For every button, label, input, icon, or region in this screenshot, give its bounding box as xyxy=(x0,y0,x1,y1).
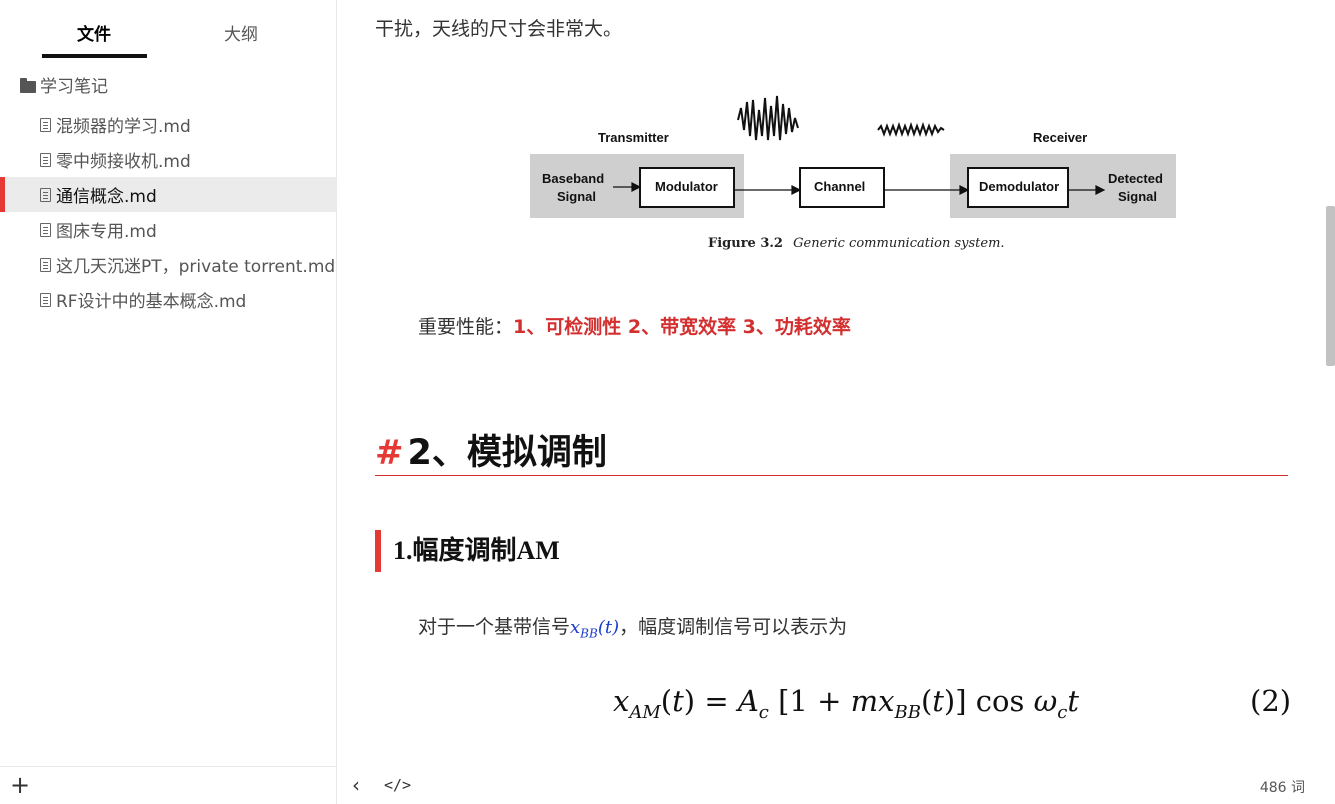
paragraph-text-before: 对于一个基带信号 xyxy=(418,616,571,638)
baseband-signal-label: Signal xyxy=(557,189,596,204)
figure-caption-text: Generic communication system. xyxy=(793,236,1004,251)
equation-number: (2) xyxy=(1250,684,1292,718)
file-icon xyxy=(40,117,51,132)
sidebar-footer: + xyxy=(0,766,337,804)
communication-system-figure: Transmitter Receiver Modulator Channel D… xyxy=(530,95,1176,251)
receiver-label: Receiver xyxy=(1033,130,1087,145)
waveform-strong xyxy=(737,95,799,141)
sidebar-tabs: 文件 大纲 xyxy=(0,0,337,60)
back-arrow-icon[interactable]: ‹ xyxy=(352,773,360,797)
detected-signal-label: Signal xyxy=(1118,189,1157,204)
important-highlight: 1、可检测性 2、带宽效率 3、功耗效率 xyxy=(513,316,851,338)
scrollbar-track[interactable] xyxy=(1323,0,1335,804)
scrollbar-thumb[interactable] xyxy=(1326,206,1335,366)
paragraph-text: 干扰，天线的尺寸会非常大。 xyxy=(375,18,623,40)
file-label: 零中频接收机.md xyxy=(56,152,191,172)
file-item-active[interactable]: 通信概念.md xyxy=(0,177,337,212)
channel-label: Channel xyxy=(814,179,865,194)
inline-math-xbb: xBB(t) xyxy=(570,617,620,641)
folder-label: 学习笔记 xyxy=(40,77,108,97)
file-tree: 学习笔记 混频器的学习.md 零中频接收机.md 通信概念.md 图床专用.md… xyxy=(0,72,337,317)
tab-outline[interactable]: 大纲 xyxy=(224,20,258,45)
am-equation: xAM(t) = Ac [1 + mxBB(t)] cos ωct xyxy=(613,684,1079,723)
important-label: 重要性能： xyxy=(418,316,514,338)
heading-2: 1.幅度调制AM xyxy=(375,530,560,572)
heading-1: #2、模拟调制 xyxy=(375,424,1288,476)
file-sidebar: 文件 大纲 学习笔记 混频器的学习.md 零中频接收机.md 通信概念.md 图… xyxy=(0,0,337,804)
tab-files[interactable]: 文件 xyxy=(77,20,111,45)
file-label: 混频器的学习.md xyxy=(56,117,191,137)
file-label: 通信概念.md xyxy=(56,187,157,207)
baseband-label: Baseband xyxy=(542,171,604,186)
word-count[interactable]: 486 词 xyxy=(1260,777,1305,797)
folder-icon xyxy=(20,78,36,93)
file-icon xyxy=(40,187,51,202)
file-item[interactable]: 零中频接收机.md xyxy=(0,142,337,177)
file-icon xyxy=(40,222,51,237)
transmitter-label: Transmitter xyxy=(598,130,669,145)
paragraph-text-after: ，幅度调制信号可以表示为 xyxy=(619,616,848,638)
heading-hash-marker: # xyxy=(375,433,404,473)
file-item[interactable]: 这几天沉迷PT，private torrent.md xyxy=(0,247,337,282)
source-code-toggle-icon[interactable]: </> xyxy=(384,776,411,794)
file-label: 图床专用.md xyxy=(56,222,157,242)
figure-caption: Figure 3.2 Generic communication system. xyxy=(708,236,1005,251)
active-tab-indicator xyxy=(42,54,147,58)
heading-1-text: 2、模拟调制 xyxy=(407,433,607,473)
file-item[interactable]: 混频器的学习.md xyxy=(0,107,337,142)
file-icon xyxy=(40,292,51,307)
editor-footer: ‹ </> 486 词 xyxy=(338,767,1323,804)
paragraph-am: 对于一个基带信号xBB(t)，幅度调制信号可以表示为 xyxy=(418,612,847,641)
figure-caption-label: Figure 3.2 xyxy=(708,236,783,251)
editor-content[interactable]: 干扰，天线的尺寸会非常大。 Transmitter Receiver Modul… xyxy=(338,0,1323,804)
important-properties: 重要性能：1、可检测性 2、带宽效率 3、功耗效率 xyxy=(418,312,851,339)
file-label: 这几天沉迷PT，private torrent.md xyxy=(56,257,336,277)
tree-folder[interactable]: 学习笔记 xyxy=(0,72,337,102)
file-item[interactable]: RF设计中的基本概念.md xyxy=(0,282,337,317)
file-icon xyxy=(40,152,51,167)
new-file-button[interactable]: + xyxy=(10,771,30,799)
modulator-label: Modulator xyxy=(655,179,718,194)
demodulator-label: Demodulator xyxy=(979,179,1059,194)
waveform-weak xyxy=(877,121,945,137)
file-icon xyxy=(40,257,51,272)
file-label: RF设计中的基本概念.md xyxy=(56,292,247,312)
detected-label: Detected xyxy=(1108,171,1163,186)
file-item[interactable]: 图床专用.md xyxy=(0,212,337,247)
